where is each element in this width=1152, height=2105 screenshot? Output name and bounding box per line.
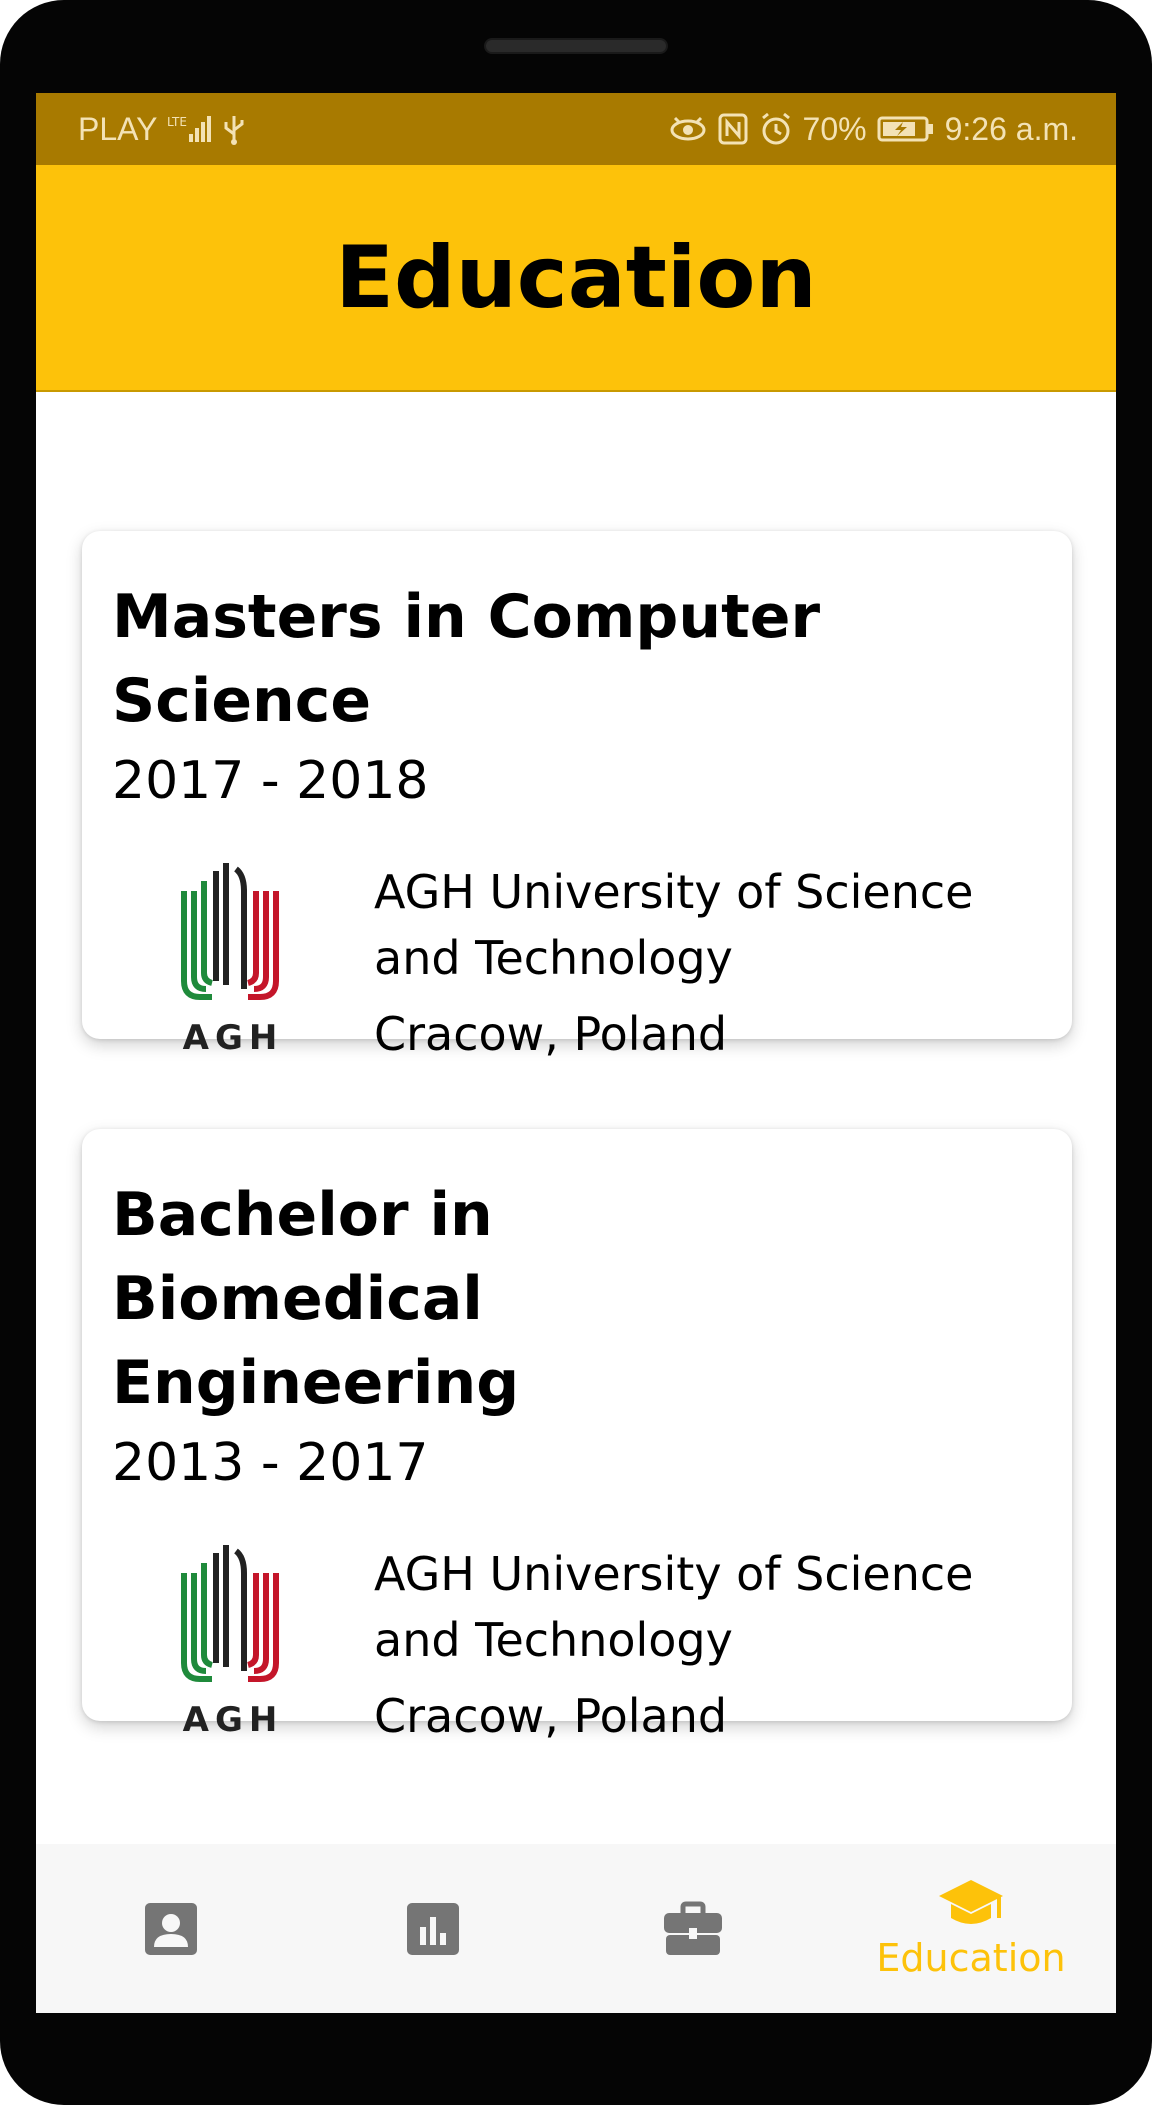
- education-list: Masters in Computer Science 2017 - 2018: [36, 392, 1116, 1938]
- degree-title: Bachelor in Biomedical Engineering: [112, 1180, 520, 1418]
- degree-title: Masters in Computer Science: [112, 582, 821, 736]
- nfc-icon: [717, 112, 749, 146]
- degree-years: 2017 - 2018: [112, 751, 429, 811]
- institution-location: Cracow, Poland: [374, 1007, 728, 1061]
- screen: PLAY LTE 70% 9:26 a.m. Education Masters…: [36, 93, 1116, 2013]
- status-bar-right: 70% 9:26 a.m.: [669, 111, 1078, 148]
- agh-logo: AGH: [178, 1543, 288, 1743]
- person-icon: [145, 1902, 197, 1955]
- battery-percent: 70%: [802, 110, 867, 147]
- briefcase-icon: [664, 1901, 722, 1955]
- institution-row: AGH AGH University of Science and Techno…: [112, 1541, 1042, 1781]
- agh-logo-text: AGH: [183, 1700, 284, 1740]
- eye-icon: [669, 112, 707, 146]
- institution-location: Cracow, Poland: [374, 1689, 728, 1743]
- app-bar: Education: [36, 165, 1116, 392]
- institution-info: AGH University of Science and Technology…: [374, 1541, 1062, 1749]
- agh-logo-graphic: AGH: [181, 863, 284, 1058]
- institution-info: AGH University of Science and Technology…: [374, 859, 1062, 1067]
- nav-item-experience[interactable]: [558, 1844, 828, 2013]
- graduation-cap-icon: [939, 1879, 1003, 1924]
- bar-chart-icon: [407, 1902, 459, 1955]
- nav-label-education: Education: [876, 1935, 1066, 1980]
- agh-logo-text: AGH: [183, 1018, 284, 1058]
- signal-icon: LTE: [167, 112, 212, 146]
- bottom-navigation: Education: [36, 1844, 1116, 2013]
- battery-charging-icon: [877, 114, 935, 144]
- nav-item-profile[interactable]: [36, 1844, 306, 2013]
- page-title: Education: [335, 227, 817, 328]
- institution-name: AGH University of Science and Technology: [374, 1547, 974, 1667]
- phone-frame: PLAY LTE 70% 9:26 a.m. Education Masters…: [0, 0, 1152, 2105]
- degree-years: 2013 - 2017: [112, 1433, 429, 1493]
- carrier-name: PLAY: [78, 110, 158, 147]
- phone-speaker: [484, 38, 668, 54]
- education-card[interactable]: Bachelor in Biomedical Engineering 2013 …: [82, 1129, 1072, 1743]
- agh-logo-graphic: AGH: [181, 1545, 284, 1740]
- status-bar: PLAY LTE 70% 9:26 a.m.: [36, 93, 1116, 165]
- network-type-label: LTE: [167, 115, 187, 129]
- nav-item-skills[interactable]: [298, 1844, 568, 2013]
- institution-name: AGH University of Science and Technology: [374, 865, 974, 985]
- clock-time: 9:26 a.m.: [944, 110, 1078, 147]
- usb-icon: [221, 112, 247, 146]
- institution-row: AGH AGH University of Science and Techno…: [112, 859, 1042, 1099]
- status-bar-left: PLAY LTE: [78, 111, 247, 148]
- alarm-icon: [759, 112, 793, 146]
- education-card[interactable]: Masters in Computer Science 2017 - 2018: [82, 531, 1072, 1061]
- nav-item-education[interactable]: Education: [836, 1844, 1106, 2013]
- agh-logo: AGH: [178, 861, 288, 1061]
